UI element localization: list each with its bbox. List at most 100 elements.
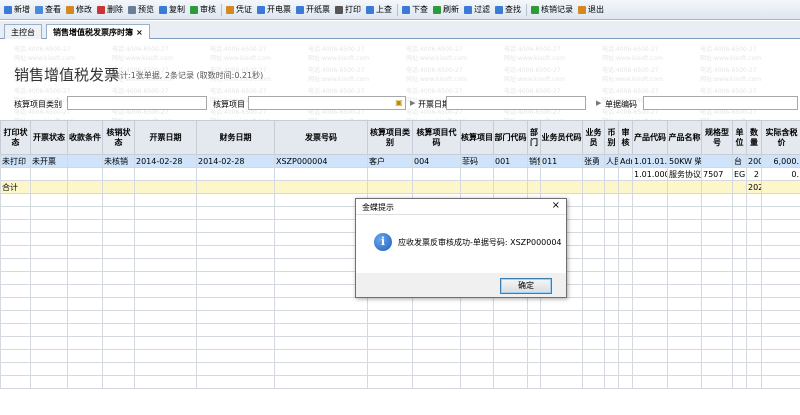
table-cell bbox=[102, 362, 135, 376]
column-header[interactable]: 单位 bbox=[732, 120, 747, 155]
table-cell bbox=[412, 349, 461, 363]
tab-close-icon[interactable]: × bbox=[136, 28, 143, 37]
table-row[interactable]: 1.01.000 服务协议 7507 EG 2 0. bbox=[0, 167, 800, 181]
toolbar-button-3[interactable]: 删除 bbox=[95, 1, 125, 19]
watermark-text: 电话:4006-6500-27网址:www.kisoft.com bbox=[406, 67, 468, 83]
table-cell bbox=[134, 167, 197, 181]
column-header[interactable]: 业务员代码 bbox=[540, 120, 583, 155]
tab-sales-vat-invoice-list[interactable]: 销售增值税发票序时簿 × bbox=[46, 24, 150, 39]
toolbar-button-5[interactable]: 复制 bbox=[157, 1, 187, 19]
table-row[interactable]: 未打印 未开票 未核销 2014-02-28 2014-02-28 XSZP000004 客… bbox=[0, 154, 800, 168]
table-cell bbox=[0, 297, 31, 311]
column-header[interactable]: 核算项目类别 bbox=[367, 120, 413, 155]
table-cell bbox=[604, 167, 619, 181]
column-header[interactable]: 打印状态 bbox=[0, 120, 31, 155]
column-header[interactable]: 部门代码 bbox=[493, 120, 528, 155]
column-header[interactable]: 核算项目 bbox=[460, 120, 494, 155]
new-icon bbox=[4, 5, 12, 14]
table-cell bbox=[196, 258, 275, 272]
dialog-titlebar[interactable]: 金蝶提示 × bbox=[356, 199, 566, 215]
table-cell bbox=[732, 284, 747, 298]
item-field[interactable]: ▣ bbox=[248, 96, 406, 110]
table-cell bbox=[732, 323, 747, 337]
lookup-icon[interactable]: ▣ bbox=[394, 98, 404, 108]
toolbar-button-9[interactable]: 开纸票 bbox=[294, 1, 332, 19]
toolbar-button-0[interactable]: 新增 bbox=[2, 1, 32, 19]
date-field[interactable] bbox=[446, 96, 586, 110]
toolbar-button-8[interactable]: 开电票 bbox=[255, 1, 293, 19]
column-header[interactable]: 实际含税价 bbox=[761, 120, 800, 155]
table-cell bbox=[67, 258, 103, 272]
table-cell bbox=[746, 206, 762, 220]
table-cell bbox=[493, 336, 528, 350]
toolbar-button-12[interactable]: 下查 bbox=[400, 1, 430, 19]
table-cell bbox=[134, 297, 197, 311]
table-cell bbox=[134, 323, 197, 337]
column-header[interactable]: 规格型号 bbox=[701, 120, 733, 155]
table-cell bbox=[701, 193, 733, 207]
table-cell: EG bbox=[732, 167, 747, 181]
table-cell bbox=[67, 362, 103, 376]
toolbar-button-13[interactable]: 刷新 bbox=[431, 1, 461, 19]
column-header[interactable]: 核销状态 bbox=[102, 120, 135, 155]
dialog-body: i 应收发票反审核成功-单据号码: XSZP000004 bbox=[356, 215, 566, 273]
column-header[interactable]: 财务日期 bbox=[196, 120, 275, 155]
table-cell bbox=[632, 375, 668, 389]
column-header[interactable]: 核算项目代码 bbox=[412, 120, 461, 155]
column-header[interactable]: 业务员 bbox=[582, 120, 605, 155]
table-cell bbox=[196, 323, 275, 337]
tab-label: 主控台 bbox=[11, 28, 35, 37]
column-header[interactable]: 开票日期 bbox=[134, 120, 197, 155]
table-cell bbox=[582, 310, 605, 324]
column-header[interactable]: 币别 bbox=[604, 120, 619, 155]
table-cell: 200 bbox=[746, 154, 762, 168]
toolbar-button-10[interactable]: 打印 bbox=[333, 1, 363, 19]
table-cell bbox=[632, 206, 668, 220]
column-header[interactable]: 开票状态 bbox=[30, 120, 68, 155]
tab-main-console[interactable]: 主控台 bbox=[4, 24, 42, 39]
toolbar-button-17[interactable]: 退出 bbox=[576, 1, 606, 19]
toolbar-button-1[interactable]: 查看 bbox=[33, 1, 63, 19]
table-cell bbox=[412, 310, 461, 324]
table-cell bbox=[632, 310, 668, 324]
toolbar-button-14[interactable]: 过滤 bbox=[462, 1, 492, 19]
empty-row bbox=[0, 349, 800, 363]
table-cell bbox=[618, 271, 633, 285]
column-header[interactable]: 产品代码 bbox=[632, 120, 668, 155]
toolbar-button-label: 核销记录 bbox=[541, 5, 573, 14]
table-cell bbox=[618, 167, 633, 181]
edit-icon bbox=[66, 5, 74, 14]
dialog-close-icon[interactable]: × bbox=[552, 201, 560, 211]
table-cell bbox=[67, 336, 103, 350]
billno-field[interactable] bbox=[643, 96, 798, 110]
table-cell bbox=[732, 232, 747, 246]
toolbar-button-15[interactable]: 查找 bbox=[493, 1, 523, 19]
watermark-text: 电话:4006-6500-27网址:www.kisoft.com bbox=[308, 67, 370, 83]
table-cell bbox=[618, 362, 633, 376]
table-cell bbox=[0, 336, 31, 350]
table-header-row: 打印状态 开票状态 收款条件 核销状态 开票日期 财务日期 发票号码 核算项目类别 核算项目代码… bbox=[0, 120, 800, 155]
table-cell bbox=[701, 362, 733, 376]
table-cell bbox=[0, 206, 31, 220]
column-header[interactable]: 审核 bbox=[618, 120, 633, 155]
table-cell bbox=[196, 219, 275, 233]
table-cell bbox=[274, 284, 368, 298]
table-cell bbox=[196, 336, 275, 350]
table-cell bbox=[134, 232, 197, 246]
column-header[interactable]: 产品名称 bbox=[667, 120, 702, 155]
table-cell bbox=[582, 297, 605, 311]
column-header[interactable]: 发票号码 bbox=[274, 120, 368, 155]
table-cell bbox=[618, 375, 633, 389]
toolbar-button-16[interactable]: 核销记录 bbox=[529, 1, 575, 19]
toolbar-button-2[interactable]: 修改 bbox=[64, 1, 94, 19]
toolbar-button-7[interactable]: 凭证 bbox=[224, 1, 254, 19]
table-cell bbox=[274, 323, 368, 337]
column-header[interactable]: 收款条件 bbox=[67, 120, 103, 155]
column-header[interactable]: 数量 bbox=[746, 120, 762, 155]
toolbar-button-11[interactable]: 上查 bbox=[364, 1, 394, 19]
toolbar-button-4[interactable]: 预览 bbox=[126, 1, 156, 19]
ok-button[interactable]: 确定 bbox=[500, 278, 552, 294]
category-field[interactable] bbox=[67, 96, 207, 110]
toolbar-button-6[interactable]: 审核 bbox=[188, 1, 218, 19]
column-header[interactable]: 部门 bbox=[527, 120, 541, 155]
